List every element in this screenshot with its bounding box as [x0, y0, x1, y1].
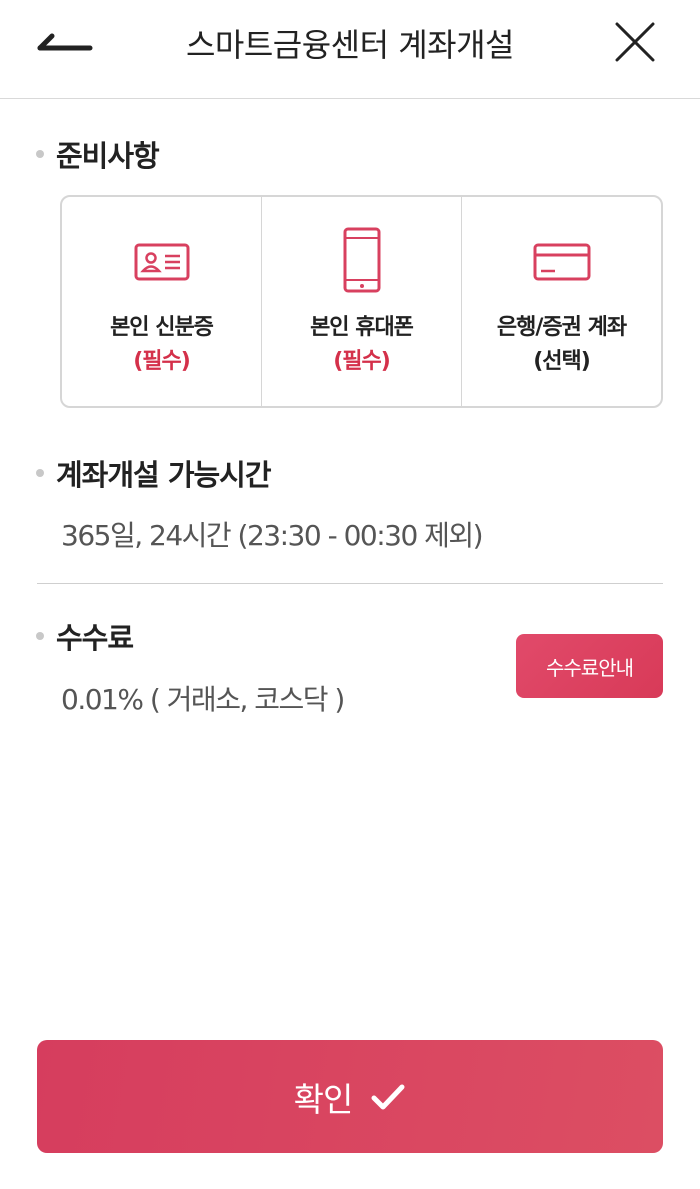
preparation-section-title: 준비사항 — [36, 133, 160, 175]
confirm-button[interactable]: 확인 — [37, 1040, 663, 1153]
header-bar: 스마트금융센터 계좌개설 — [0, 0, 700, 99]
close-icon — [615, 22, 655, 62]
fee-text: 0.01% ( 거래소, 코스닥 ) — [61, 683, 345, 716]
hours-text: 365일, 24시간 (23:30 - 00:30 제외) — [61, 519, 484, 552]
fee-section-title: 수수료 — [36, 615, 134, 657]
checkmark-icon — [370, 1082, 406, 1112]
fee-title-text: 수수료 — [56, 621, 134, 655]
page-title: 스마트금융센터 계좌개설 — [185, 26, 515, 64]
prep-label: 본인 신분증 — [110, 315, 214, 340]
bullet-dot — [36, 469, 44, 477]
confirm-label: 확인 — [293, 1079, 354, 1119]
preparation-title-text: 준비사항 — [56, 139, 160, 173]
fee-guide-button[interactable]: 수수료안내 — [516, 634, 663, 698]
close-button[interactable] — [610, 17, 660, 67]
prep-optional-tag: (선택) — [533, 349, 591, 374]
prep-required-tag: (필수) — [333, 349, 391, 374]
bullet-dot — [36, 150, 44, 158]
id-card-icon — [134, 243, 189, 281]
hours-title-text: 계좌개설 가능시간 — [56, 458, 272, 492]
prep-item-account: 은행/증권 계좌 (선택) — [461, 197, 661, 406]
hours-section-title: 계좌개설 가능시간 — [36, 452, 272, 494]
bullet-dot — [36, 632, 44, 640]
prep-required-tag: (필수) — [133, 349, 191, 374]
mobile-phone-icon — [343, 227, 380, 293]
prep-label: 은행/증권 계좌 — [496, 315, 627, 340]
prep-item-id-card: 본인 신분증 (필수) — [62, 197, 261, 406]
credit-card-icon — [533, 243, 590, 281]
preparation-box: 본인 신분증 (필수) 본인 휴대폰 (필수) 은행/증권 계좌 (선택) — [60, 195, 663, 408]
prep-label: 본인 휴대폰 — [310, 315, 414, 340]
section-divider — [37, 583, 663, 584]
prep-item-phone: 본인 휴대폰 (필수) — [261, 197, 461, 406]
